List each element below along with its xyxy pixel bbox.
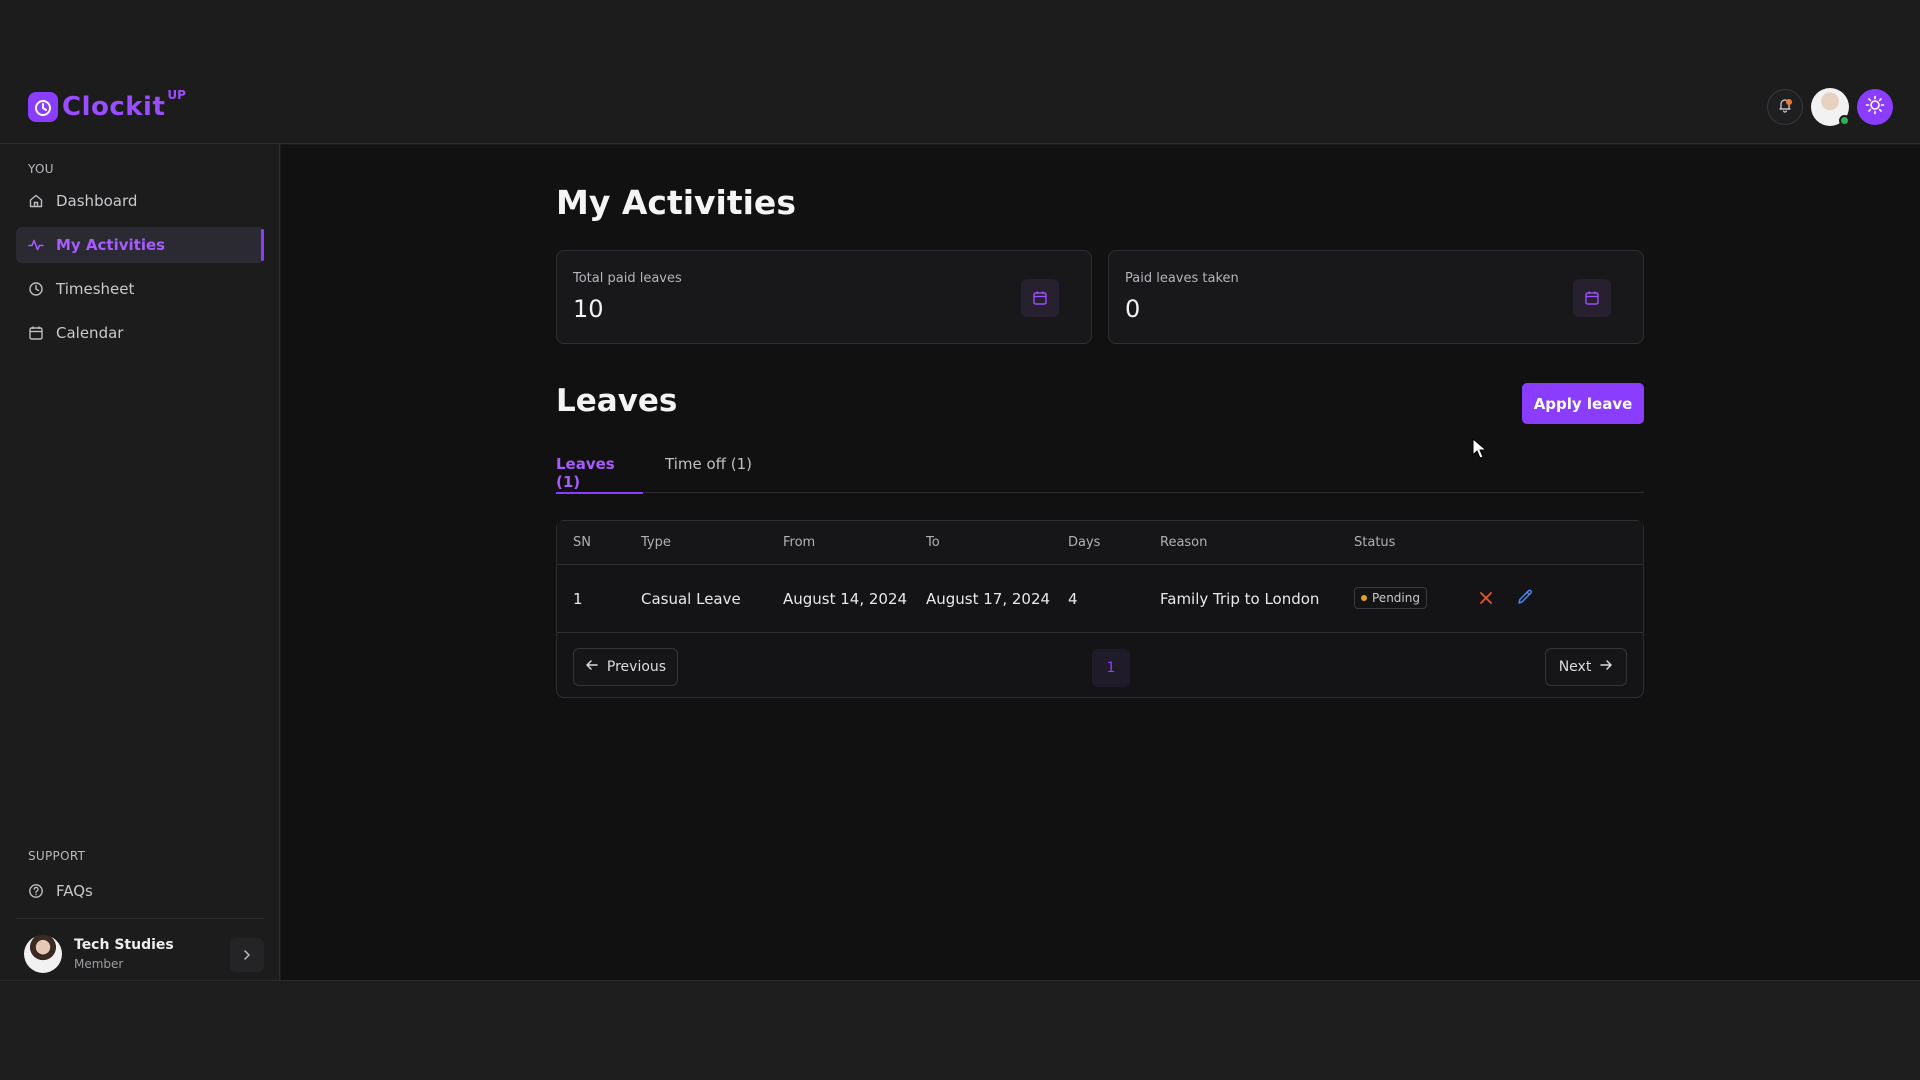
header-actions	[1767, 88, 1893, 126]
cell-to: August 17, 2024	[926, 590, 1051, 608]
theme-toggle-button[interactable]	[1857, 89, 1893, 125]
user-profile-card[interactable]: Tech Studies Member	[24, 934, 264, 974]
cell-type: Casual Leave	[641, 590, 741, 608]
sidebar-item-label: Calendar	[56, 324, 124, 342]
previous-label: Previous	[606, 659, 667, 675]
tab-leaves[interactable]: Leaves (1)	[556, 451, 643, 494]
sidebar-item-faqs[interactable]: FAQs	[16, 873, 264, 909]
mouse-cursor-icon	[1472, 437, 1488, 464]
close-icon	[1479, 590, 1493, 609]
avatar	[24, 935, 62, 973]
user-info: Tech Studies Member	[74, 937, 174, 971]
pencil-icon	[1516, 588, 1534, 610]
cancel-leave-button[interactable]	[1474, 587, 1498, 611]
sidebar-item-label: Timesheet	[56, 280, 135, 298]
stat-card-paid-leaves-taken: Paid leaves taken 0	[1108, 250, 1644, 344]
stat-value: 10	[573, 295, 604, 323]
apply-leave-button[interactable]: Apply leave	[1522, 383, 1644, 424]
sidebar-item-dashboard[interactable]: Dashboard	[16, 183, 264, 219]
next-page-button[interactable]: Next	[1545, 648, 1627, 686]
status-text: Pending	[1372, 591, 1420, 605]
calendar-icon	[1021, 279, 1059, 317]
table-row: 1 Casual Leave August 14, 2024 August 17…	[557, 565, 1643, 633]
column-header-days: Days	[1068, 535, 1101, 550]
top-bar: Clockit UP	[0, 0, 1920, 144]
arrow-right-icon	[1599, 658, 1613, 676]
help-circle-icon	[28, 883, 44, 899]
column-header-sn: SN	[573, 535, 591, 550]
tab-time-off[interactable]: Time off (1)	[665, 451, 752, 493]
user-avatar-button[interactable]	[1811, 88, 1850, 126]
table-header: SN Type From To Days Reason Status	[557, 521, 1643, 565]
status-badge: Pending	[1354, 587, 1427, 609]
notifications-button[interactable]	[1767, 89, 1803, 125]
clock-logo-icon	[28, 92, 58, 122]
sidebar-divider	[16, 918, 264, 919]
edit-leave-button[interactable]	[1513, 587, 1537, 611]
sun-icon	[1865, 95, 1885, 119]
page-title: My Activities	[556, 183, 796, 222]
stat-label: Total paid leaves	[573, 271, 682, 286]
cell-from: August 14, 2024	[783, 590, 908, 608]
column-header-status: Status	[1354, 535, 1396, 550]
app-name-sup: UP	[167, 88, 186, 102]
calendar-icon	[28, 325, 44, 341]
stat-label: Paid leaves taken	[1125, 271, 1239, 286]
activity-icon	[28, 237, 44, 253]
column-header-from: From	[783, 535, 816, 550]
leaves-table: SN Type From To Days Reason Status 1 Cas…	[556, 520, 1644, 698]
home-icon	[28, 193, 44, 209]
leaves-section-title: Leaves	[556, 383, 678, 419]
user-name: Tech Studies	[74, 937, 174, 953]
calendar-icon	[1573, 279, 1611, 317]
next-label: Next	[1558, 659, 1592, 675]
column-header-to: To	[926, 535, 940, 550]
sidebar-item-calendar[interactable]: Calendar	[16, 315, 264, 351]
chevron-right-icon	[241, 946, 253, 965]
clock-icon	[28, 281, 44, 297]
page-number-button[interactable]: 1	[1092, 649, 1130, 687]
main-content: My Activities Total paid leaves 10 Paid …	[281, 145, 1920, 980]
arrow-left-icon	[585, 658, 599, 676]
stat-value: 0	[1125, 295, 1141, 323]
sidebar-item-label: FAQs	[56, 882, 93, 900]
sidebar-section-support: SUPPORT	[28, 849, 86, 863]
bottom-area	[0, 980, 1920, 1080]
column-header-reason: Reason	[1160, 535, 1208, 550]
sidebar-item-timesheet[interactable]: Timesheet	[16, 271, 264, 307]
online-status-dot	[1839, 115, 1850, 126]
pending-dot	[1361, 595, 1367, 601]
stat-card-total-paid-leaves: Total paid leaves 10	[556, 250, 1092, 344]
app-logo[interactable]: Clockit UP	[28, 88, 186, 122]
sidebar-item-label: Dashboard	[56, 192, 138, 210]
sidebar: YOU Dashboard My Activities Timesheet Ca…	[0, 144, 280, 980]
cell-sn: 1	[573, 590, 583, 608]
notification-dot	[1786, 99, 1792, 105]
sidebar-item-label: My Activities	[56, 236, 166, 254]
previous-page-button[interactable]: Previous	[573, 648, 678, 686]
sidebar-item-my-activities[interactable]: My Activities	[16, 227, 264, 263]
user-menu-button[interactable]	[230, 938, 264, 972]
user-role: Member	[74, 957, 124, 971]
cell-days: 4	[1068, 590, 1078, 608]
cell-reason: Family Trip to London	[1160, 590, 1320, 608]
active-indicator	[261, 229, 264, 261]
column-header-type: Type	[641, 535, 671, 550]
sidebar-section-you: YOU	[28, 162, 54, 176]
app-name: Clockit	[62, 92, 166, 122]
